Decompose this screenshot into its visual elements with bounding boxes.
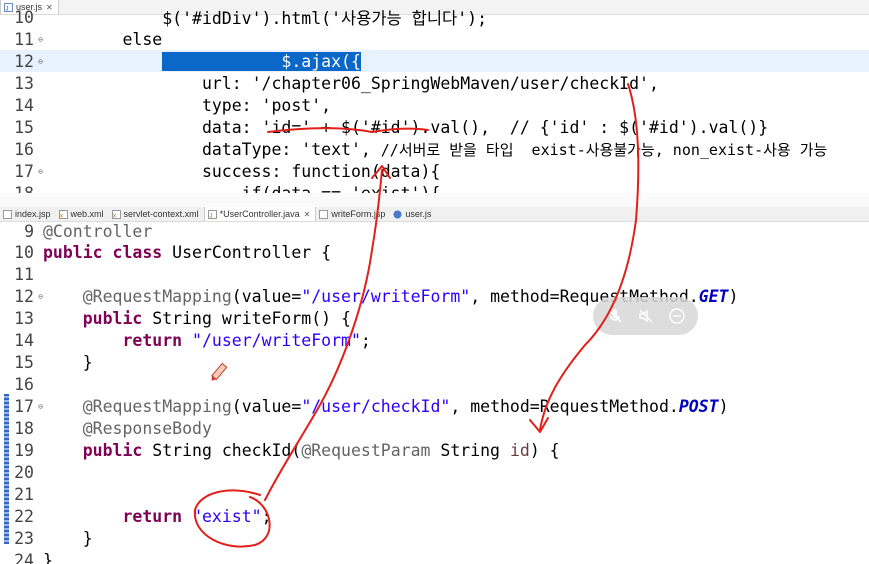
code-line-22: 22 return "exist";	[0, 505, 869, 527]
xml-file-icon: x	[111, 209, 121, 219]
line-number: 13	[14, 308, 34, 328]
tab-label: web.xml	[70, 209, 104, 219]
code-line-16: 16 dataType: 'text', //서버로 받을 타입 exist-사…	[0, 138, 869, 160]
media-overlay-controls[interactable]	[593, 297, 698, 335]
code-text: dataType: 'text',	[43, 139, 381, 159]
line-number: 13	[14, 73, 34, 93]
line-number: 15	[14, 352, 34, 372]
line-number: 11	[14, 264, 34, 284]
xml-file-icon: x	[58, 209, 68, 219]
line-number: 10	[14, 242, 34, 262]
tab-servlet-context-xml[interactable]: x servlet-context.xml	[109, 207, 204, 221]
java-file-icon: J	[207, 209, 217, 219]
line-number: 24	[14, 550, 34, 564]
svg-text:x: x	[113, 213, 116, 219]
top-editor-pane[interactable]: J user.js ✕ 10 $('#idDiv').html('사용가능 합니…	[0, 0, 869, 193]
minus-circle-icon[interactable]	[666, 305, 688, 327]
line-number: 12 ⊖	[14, 286, 43, 306]
tab-label: user.js	[405, 209, 432, 219]
code-line-17: 17 ⊖ @RequestMapping(value="/user/checkId…	[0, 395, 869, 417]
js-file-icon	[393, 210, 402, 219]
code-comment: //서버로 받을 타입 exist-사용불가능, non_exist-사용 가능	[380, 140, 828, 159]
code-line-15: 15 }	[0, 351, 869, 373]
code-line-16: 16	[0, 373, 869, 395]
code-text: data: 'id=' + $('#id').val(),	[43, 117, 510, 137]
mic-off-icon[interactable]	[604, 305, 626, 327]
code-text: url: '/chapter06_SpringWebMaven/user/che…	[43, 73, 659, 93]
code-line-15: 15 data: 'id=' + $('#id').val(), // {'id…	[0, 116, 869, 138]
code-line-9: 9 @Controller	[0, 220, 869, 242]
code-line-18: 18 @ResponseBody	[0, 417, 869, 439]
line-number: 18	[14, 183, 34, 194]
code-text: success: function(data){	[43, 161, 441, 181]
code-line-23: 23 }	[0, 527, 869, 549]
code-text: else	[43, 29, 163, 49]
svg-text:J: J	[209, 213, 212, 219]
line-number: 10	[14, 7, 34, 27]
tab-label: servlet-context.xml	[123, 209, 199, 219]
line-number: 14	[14, 330, 34, 350]
tab-index-jsp[interactable]: index.jsp	[0, 207, 56, 221]
line-number: 11 ⊖	[14, 29, 43, 49]
line-number: 18	[14, 418, 34, 438]
fold-icon: ⊖	[38, 56, 43, 66]
tab-label: writeForm.jsp	[331, 209, 386, 219]
line-number: 15	[14, 117, 34, 137]
line-number: 16	[14, 139, 34, 159]
tab-writeform-jsp[interactable]: writeForm.jsp	[316, 207, 390, 221]
code-line-14: 14 return "/user/writeForm";	[0, 329, 869, 351]
line-number: 17 ⊖	[14, 396, 43, 416]
code-line-21: 21	[0, 483, 869, 505]
code-line-11: 11	[0, 263, 869, 285]
bottom-editor-pane[interactable]: index.jsp x web.xml x servlet-context.xm…	[0, 207, 869, 564]
line-number: 20	[14, 462, 34, 482]
code-line-13: 13 url: '/chapter06_SpringWebMaven/user/…	[0, 72, 869, 94]
code-comment: // {'id' : $('#id').val()}	[509, 117, 769, 137]
close-icon[interactable]: ✕	[304, 210, 311, 219]
tab-label: index.jsp	[15, 209, 51, 219]
line-number: 14	[14, 95, 34, 115]
fold-icon: ⊖	[38, 34, 43, 44]
line-number: 19	[14, 440, 34, 460]
tab-web-xml[interactable]: x web.xml	[56, 207, 109, 221]
selected-text[interactable]: $.ajax({	[162, 51, 361, 71]
line-number: 9	[24, 221, 34, 241]
line-number: 21	[14, 484, 34, 504]
tab-user-js[interactable]: user.js	[390, 207, 436, 221]
editor-splitter[interactable]	[0, 193, 869, 207]
line-number: 12 ⊖	[14, 51, 43, 71]
code-line-12: 12 ⊖ $.ajax({	[0, 50, 869, 72]
code-text: @Controller	[43, 221, 153, 241]
pencil-cursor-icon	[207, 362, 229, 388]
fold-icon: ⊖	[38, 291, 43, 301]
tab-user-controller-java[interactable]: J *UserController.java ✕	[203, 207, 317, 221]
fold-icon: ⊖	[38, 401, 43, 411]
code-line-12: 12 ⊖ @RequestMapping(value="/user/writeFo…	[0, 285, 869, 307]
code-line-13: 13 public String writeForm() {	[0, 307, 869, 329]
code-line-18: 18 if(data == 'exist'){	[0, 182, 869, 194]
jsp-file-icon	[319, 209, 329, 219]
line-number: 22	[14, 506, 34, 526]
code-text: type: 'post',	[43, 95, 332, 115]
code-line-19: 19 public String checkId(@RequestParam S…	[0, 439, 869, 461]
line-number: 23	[14, 528, 34, 548]
code-line-11: 11 ⊖ else	[0, 28, 869, 50]
code-line-17: 17 ⊖ success: function(data){	[0, 160, 869, 182]
code-line-20: 20	[0, 461, 869, 483]
code-line-10: 10 public class UserController {	[0, 241, 869, 263]
svg-text:x: x	[60, 213, 63, 219]
line-number: 16	[14, 374, 34, 394]
code-line-10: 10 $('#idDiv').html('사용가능 합니다');	[0, 6, 869, 29]
tab-label: *UserController.java	[219, 209, 300, 219]
fold-icon: ⊖	[38, 166, 43, 176]
jsp-file-icon	[3, 209, 12, 219]
speaker-off-icon[interactable]	[635, 305, 657, 327]
line-number: 17 ⊖	[14, 161, 43, 181]
code-line-14: 14 type: 'post',	[0, 94, 869, 116]
code-line-24: 24 }	[0, 549, 869, 564]
code-text: $('#idDiv').html('사용가능 합니다');	[43, 9, 488, 28]
code-text: if(data == 'exist'){	[43, 183, 441, 194]
